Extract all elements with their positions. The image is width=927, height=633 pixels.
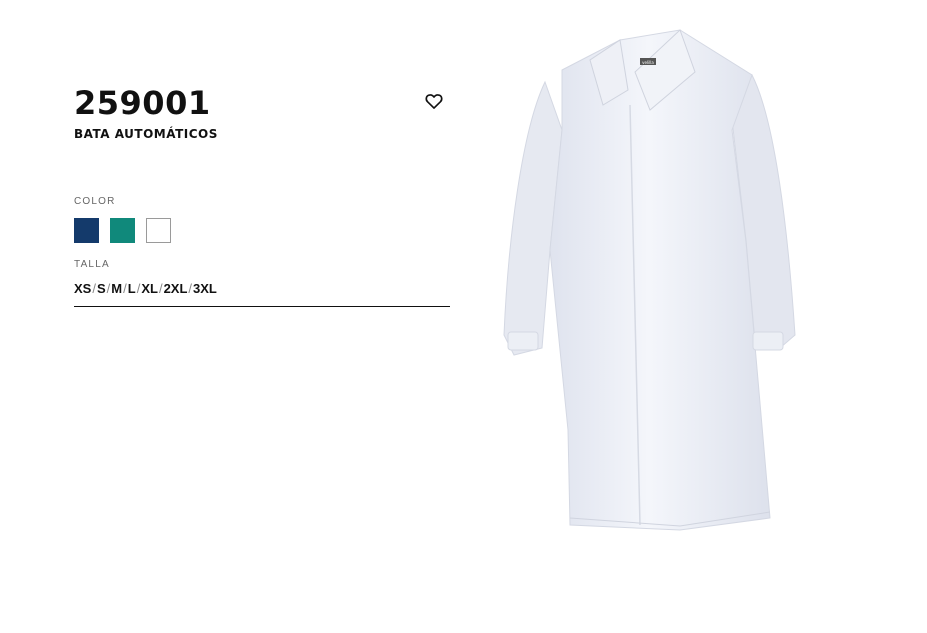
color-swatch[interactable]	[146, 218, 171, 243]
product-info: 259001 BATA AUTOMÁTICOS	[74, 84, 450, 141]
size-option[interactable]: 2XL	[164, 281, 188, 296]
color-swatch[interactable]	[74, 218, 99, 243]
product-name: BATA AUTOMÁTICOS	[74, 127, 218, 141]
brand-tag: velilla	[642, 60, 654, 65]
size-option[interactable]: M	[111, 281, 122, 296]
heart-icon[interactable]	[424, 91, 444, 111]
product-image: velilla	[470, 10, 900, 570]
color-swatch[interactable]	[110, 218, 135, 243]
size-option[interactable]: 3XL	[193, 281, 217, 296]
divider	[74, 306, 450, 307]
size-options: XS/S/M/L/XL/2XL/3XL	[74, 281, 217, 296]
size-option[interactable]: L	[128, 281, 136, 296]
size-option[interactable]: S	[97, 281, 106, 296]
size-label: TALLA	[74, 259, 110, 270]
color-label: COLOR	[74, 196, 116, 207]
size-option[interactable]: XL	[141, 281, 158, 296]
color-swatches	[74, 218, 171, 243]
product-code: 259001	[74, 84, 211, 122]
size-option[interactable]: XS	[74, 281, 91, 296]
